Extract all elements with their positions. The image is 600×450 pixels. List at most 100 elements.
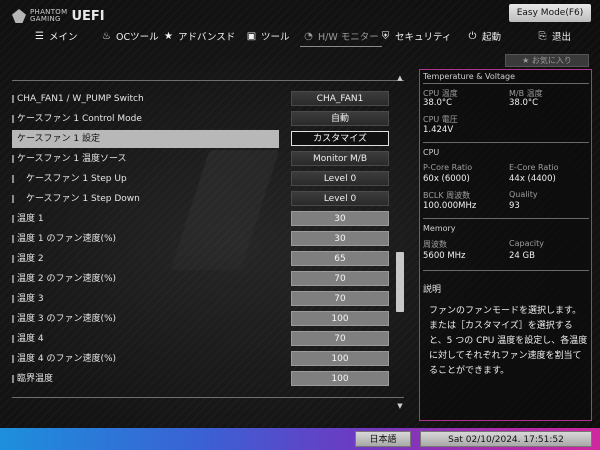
cpu-temp-value: 38.0°C — [423, 98, 453, 108]
setting-value-input[interactable]: 100 — [291, 371, 389, 386]
setting-label: ケースファン 1 Step Up — [26, 174, 127, 184]
row-bullet — [12, 275, 14, 283]
row-bullet — [12, 295, 14, 303]
setting-row[interactable]: ケースファン 1 温度ソース Monitor M/B — [12, 150, 402, 168]
tab-label: アドバンスド — [178, 32, 236, 43]
setting-label: 温度 2 — [17, 254, 44, 264]
setting-label: ケースファン 1 設定 — [17, 134, 100, 144]
tab-tool[interactable]: ▣ ツール — [246, 26, 290, 46]
setting-label: 温度 4 — [17, 334, 44, 344]
scroll-up-arrow-icon[interactable]: ▲ — [396, 75, 404, 82]
settings-panel: ▲ CHA_FAN1 / W_PUMP Switch CHA_FAN1 ケースフ… — [0, 70, 415, 415]
power-icon: ⏻ — [468, 30, 477, 42]
bclk-value: 100.000MHz — [423, 201, 477, 211]
setting-row[interactable]: ケースファン 1 Control Mode 自動 — [12, 110, 402, 128]
setting-label: 温度 2 のファン速度(%) — [17, 274, 117, 284]
setting-value-dropdown[interactable]: Monitor M/B — [291, 151, 389, 166]
favorite-button[interactable]: ★ お気に入り — [505, 54, 589, 67]
setting-value-input[interactable]: 30 — [291, 211, 389, 226]
row-bullet — [12, 175, 14, 183]
setting-value-input[interactable]: 70 — [291, 271, 389, 286]
setting-row[interactable]: 温度 3 70 — [12, 290, 402, 308]
status-bar: 日本語 Sat 02/10/2024. 17:51:52 — [0, 428, 600, 450]
ecore-ratio-label: E-Core Ratio — [509, 163, 559, 172]
cpu-voltage-label: CPU 電圧 — [423, 115, 458, 124]
setting-row[interactable]: 温度 1 のファン速度(%) 30 — [12, 230, 402, 248]
language-button[interactable]: 日本語 — [355, 431, 411, 447]
quality-label: Quality — [509, 190, 538, 199]
easy-mode-button[interactable]: Easy Mode(F6) — [509, 4, 591, 22]
scrollbar-thumb[interactable] — [396, 252, 404, 312]
setting-value-input[interactable]: 100 — [291, 311, 389, 326]
setting-value-dropdown[interactable]: Level 0 — [291, 191, 389, 206]
setting-value-dropdown[interactable]: 自動 — [291, 111, 389, 126]
setting-label: 温度 3 のファン速度(%) — [17, 314, 117, 324]
pcore-ratio-label: P-Core Ratio — [423, 163, 473, 172]
setting-value-dropdown[interactable]: カスタマイズ — [291, 131, 389, 146]
scroll-down-arrow-icon[interactable]: ▼ — [396, 403, 404, 410]
phantom-logo-icon — [12, 9, 26, 23]
list-icon: ☰ — [35, 30, 44, 42]
setting-value-input[interactable]: 65 — [291, 251, 389, 266]
row-bullet — [12, 95, 14, 103]
setting-value-input[interactable]: 100 — [291, 351, 389, 366]
row-bullet — [12, 355, 14, 363]
setting-value-input[interactable]: 30 — [291, 231, 389, 246]
brand-logo: PHANTOM GAMING UEFI — [12, 8, 105, 24]
setting-row[interactable]: 温度 4 のファン速度(%) 100 — [12, 350, 402, 368]
tab-label: 退出 — [552, 32, 572, 43]
row-bullet — [12, 215, 14, 223]
row-bullet — [12, 235, 14, 243]
cpu-voltage-value: 1.424V — [423, 125, 454, 135]
mem-capacity-value: 24 GB — [509, 251, 535, 261]
section-title-temp-voltage: Temperature & Voltage — [423, 72, 516, 81]
setting-label: 温度 1 のファン速度(%) — [17, 234, 117, 244]
tab-exit[interactable]: ⎘ 退出 — [537, 26, 572, 46]
setting-label: 温度 4 のファン速度(%) — [17, 354, 117, 364]
setting-row[interactable]: 温度 4 70 — [12, 330, 402, 348]
setting-row[interactable]: 温度 1 30 — [12, 210, 402, 228]
mb-temp-value: 38.0°C — [509, 98, 539, 108]
row-bullet — [12, 315, 14, 323]
setting-row[interactable]: 臨界温度 100 — [12, 370, 402, 388]
setting-row[interactable]: ケースファン 1 Step Up Level 0 — [12, 170, 402, 188]
exit-icon: ⎘ — [538, 30, 547, 42]
setting-row-selected[interactable]: ケースファン 1 設定 カスタマイズ — [12, 130, 402, 148]
header: PHANTOM GAMING UEFI Easy Mode(F6) ☰ メイン … — [0, 0, 600, 52]
divider — [423, 270, 589, 271]
setting-row[interactable]: 温度 3 のファン速度(%) 100 — [12, 310, 402, 328]
star-icon: ★ — [164, 30, 173, 42]
tab-boot[interactable]: ⏻ 起動 — [467, 26, 501, 46]
flame-icon: ♨ — [102, 30, 111, 42]
setting-label: 臨界温度 — [17, 374, 54, 384]
mem-capacity-label: Capacity — [509, 239, 544, 248]
setting-value-input[interactable]: 70 — [291, 331, 389, 346]
setting-row[interactable]: 温度 2 65 — [12, 250, 402, 268]
tab-advanced[interactable]: ★ アドバンスド — [163, 26, 235, 46]
logo-text-gaming: GAMING — [30, 15, 61, 23]
mem-frequency-value: 5600 MHz — [423, 251, 466, 261]
tab-main[interactable]: ☰ メイン — [34, 26, 78, 46]
tab-hw-monitor[interactable]: ◔ H/W モニター — [303, 26, 379, 46]
setting-value-input[interactable]: 70 — [291, 291, 389, 306]
briefcase-icon: ▣ — [246, 30, 257, 42]
setting-row[interactable]: CHA_FAN1 / W_PUMP Switch CHA_FAN1 — [12, 90, 402, 108]
setting-value-dropdown[interactable]: Level 0 — [291, 171, 389, 186]
setting-row[interactable]: ケースファン 1 Step Down Level 0 — [12, 190, 402, 208]
tab-oc-tool[interactable]: ♨ OCツール — [101, 26, 159, 46]
description-title: 説明 — [423, 285, 442, 295]
quality-value: 93 — [509, 201, 520, 211]
row-bullet — [12, 335, 14, 343]
datetime-display[interactable]: Sat 02/10/2024. 17:51:52 — [420, 431, 592, 447]
tab-label: メイン — [49, 32, 78, 43]
tab-label: H/W モニター — [318, 32, 379, 43]
divider — [423, 83, 589, 84]
tab-security[interactable]: ⛨ セキュリティ — [380, 26, 452, 46]
star-icon: ★ — [522, 56, 532, 65]
tab-label: セキュリティ — [395, 32, 452, 43]
setting-row[interactable]: 温度 2 のファン速度(%) 70 — [12, 270, 402, 288]
active-tab-underline — [300, 46, 382, 47]
row-bullet — [12, 255, 14, 263]
setting-value-dropdown[interactable]: CHA_FAN1 — [291, 91, 389, 106]
ecore-ratio-value: 44x (4400) — [509, 174, 556, 184]
